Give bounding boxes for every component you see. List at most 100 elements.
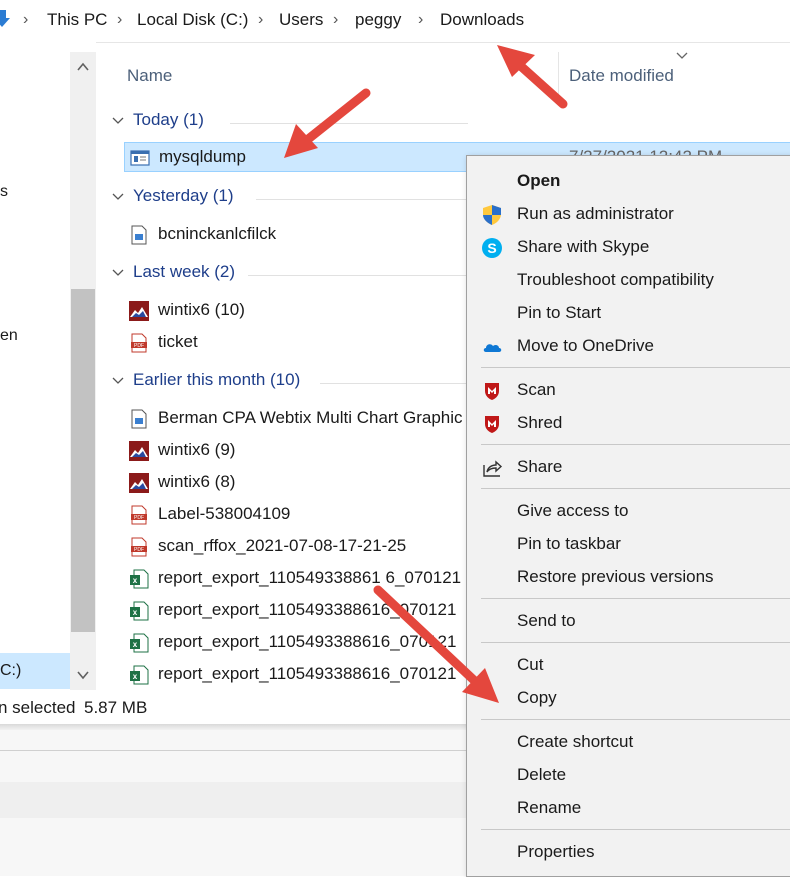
- breadcrumb-separator: ›: [117, 11, 123, 28]
- scroll-up-icon[interactable]: [70, 52, 96, 82]
- svg-text:x: x: [133, 608, 138, 617]
- menu-item-troubleshoot-compatibility[interactable]: Troubleshoot compatibility: [467, 265, 790, 297]
- background-divider: [0, 750, 470, 751]
- file-name: report_export_1105493388616_070121: [158, 664, 457, 683]
- excel-icon: x: [130, 601, 149, 621]
- menu-label: Delete: [517, 765, 567, 784]
- wintix-app-icon: [129, 473, 149, 493]
- menu-label: Give access to: [517, 501, 629, 520]
- menu-label: Pin to Start: [517, 303, 602, 322]
- context-menu: Open Run as administrator S Share with S…: [466, 155, 790, 877]
- menu-separator: [481, 598, 790, 599]
- pdf-icon: PDF: [131, 537, 147, 557]
- menu-item-cut[interactable]: Cut: [467, 650, 790, 682]
- status-bar: n selected 5.87 MB: [0, 690, 470, 724]
- excel-icon: x: [130, 665, 149, 685]
- file-name: report_export_110549338861 6_070121: [158, 568, 462, 587]
- file-name: report_export_1105493388616_070121: [158, 632, 457, 651]
- annotation-arrow-downloads: [497, 45, 568, 109]
- uac-shield-icon: [483, 205, 501, 225]
- column-header-date-modified[interactable]: Date modified: [569, 66, 674, 86]
- menu-label: Restore previous versions: [517, 567, 714, 586]
- breadcrumb-separator: ›: [23, 11, 29, 28]
- status-selection-size: 5.87 MB: [84, 698, 148, 717]
- address-bar[interactable]: › This PC › Local Disk (C:) › Users › pe…: [0, 0, 790, 43]
- menu-item-delete[interactable]: Delete: [467, 760, 790, 792]
- menu-separator: [481, 444, 790, 445]
- svg-text:x: x: [133, 576, 138, 585]
- menu-item-shred[interactable]: Shred: [467, 408, 790, 440]
- scrollbar-thumb[interactable]: [71, 289, 95, 632]
- menu-label: Open: [517, 171, 561, 190]
- nav-item-partial[interactable]: en: [0, 327, 18, 345]
- svg-text:S: S: [487, 240, 496, 256]
- status-selection-count: n selected: [0, 698, 76, 717]
- menu-item-open[interactable]: Open: [467, 166, 790, 198]
- menu-item-rename[interactable]: Rename: [467, 793, 790, 825]
- menu-label: Rename: [517, 798, 582, 817]
- file-name: Berman CPA Webtix Multi Chart Graphic: [158, 408, 463, 427]
- column-divider[interactable]: [558, 52, 559, 98]
- menu-item-scan[interactable]: Scan: [467, 375, 790, 407]
- onedrive-cloud-icon: [483, 344, 502, 352]
- svg-text:PDF: PDF: [134, 547, 144, 553]
- breadcrumb-downloads[interactable]: Downloads: [440, 10, 524, 30]
- group-label: Yesterday (1): [133, 186, 234, 205]
- menu-label: Troubleshoot compatibility: [517, 270, 714, 289]
- menu-item-copy[interactable]: Copy: [467, 683, 790, 715]
- menu-item-run-as-administrator[interactable]: Run as administrator: [467, 199, 790, 231]
- excel-icon: x: [130, 633, 149, 653]
- group-label: Earlier this month (10): [133, 370, 301, 389]
- menu-label: Pin to taskbar: [517, 534, 621, 553]
- breadcrumb-separator: ›: [418, 11, 424, 28]
- menu-separator: [481, 367, 790, 368]
- scroll-down-icon[interactable]: [70, 660, 96, 690]
- file-name: report_export_1105493388616_070121: [158, 600, 457, 619]
- menu-item-send-to[interactable]: Send to: [467, 606, 790, 638]
- file-name: bcninckanlcfilck: [158, 224, 277, 243]
- menu-label: Cut: [517, 655, 544, 674]
- breadcrumb-separator: ›: [333, 11, 339, 28]
- menu-item-give-access-to[interactable]: Give access to: [467, 496, 790, 528]
- breadcrumb-local-disk[interactable]: Local Disk (C:): [137, 10, 248, 30]
- menu-item-create-shortcut[interactable]: Create shortcut: [467, 727, 790, 759]
- group-header-today[interactable]: Today (1): [108, 110, 468, 136]
- nav-item-partial[interactable]: s: [0, 183, 8, 201]
- breadcrumb-peggy[interactable]: peggy: [355, 10, 401, 30]
- menu-item-properties[interactable]: Properties: [467, 837, 790, 869]
- group-divider: [230, 123, 468, 124]
- menu-item-move-to-onedrive[interactable]: Move to OneDrive: [467, 331, 790, 363]
- nav-item-selected-drive[interactable]: C:): [0, 653, 70, 689]
- menu-item-pin-to-start[interactable]: Pin to Start: [467, 298, 790, 330]
- menu-label: Create shortcut: [517, 732, 634, 751]
- group-header-last-week[interactable]: Last week (2): [108, 262, 468, 288]
- wintix-app-icon: [129, 441, 149, 461]
- mcafee-shield-icon: [485, 416, 499, 433]
- wintix-app-icon: [129, 301, 149, 321]
- menu-item-share[interactable]: Share: [467, 452, 790, 484]
- chevron-down-icon: [112, 193, 124, 200]
- menu-item-restore-previous-versions[interactable]: Restore previous versions: [467, 562, 790, 594]
- svg-text:PDF: PDF: [134, 515, 144, 521]
- menu-separator: [481, 488, 790, 489]
- group-divider: [256, 199, 468, 200]
- breadcrumb-users[interactable]: Users: [279, 10, 323, 30]
- file-name: scan_rffox_2021-07-08-17-21-25: [158, 536, 407, 555]
- group-header-yesterday[interactable]: Yesterday (1): [108, 186, 468, 212]
- column-header-name[interactable]: Name: [127, 66, 172, 86]
- breadcrumb-separator: ›: [258, 11, 264, 28]
- chevron-down-icon: [112, 269, 124, 276]
- mcafee-shield-icon: [485, 383, 499, 400]
- group-divider: [248, 275, 468, 276]
- pdf-icon: PDF: [131, 333, 147, 353]
- menu-label: Move to OneDrive: [517, 336, 654, 355]
- file-name: wintix6 (8): [158, 472, 236, 491]
- image-file-icon: [131, 409, 147, 429]
- group-header-earlier-this-month[interactable]: Earlier this month (10): [108, 370, 468, 396]
- breadcrumb-this-pc[interactable]: This PC: [47, 10, 107, 30]
- nav-item-drive-label: C:): [0, 662, 22, 679]
- menu-label: Scan: [517, 380, 556, 399]
- menu-label: Run as administrator: [517, 204, 674, 223]
- menu-item-pin-to-taskbar[interactable]: Pin to taskbar: [467, 529, 790, 561]
- menu-item-share-with-skype[interactable]: S Share with Skype: [467, 232, 790, 264]
